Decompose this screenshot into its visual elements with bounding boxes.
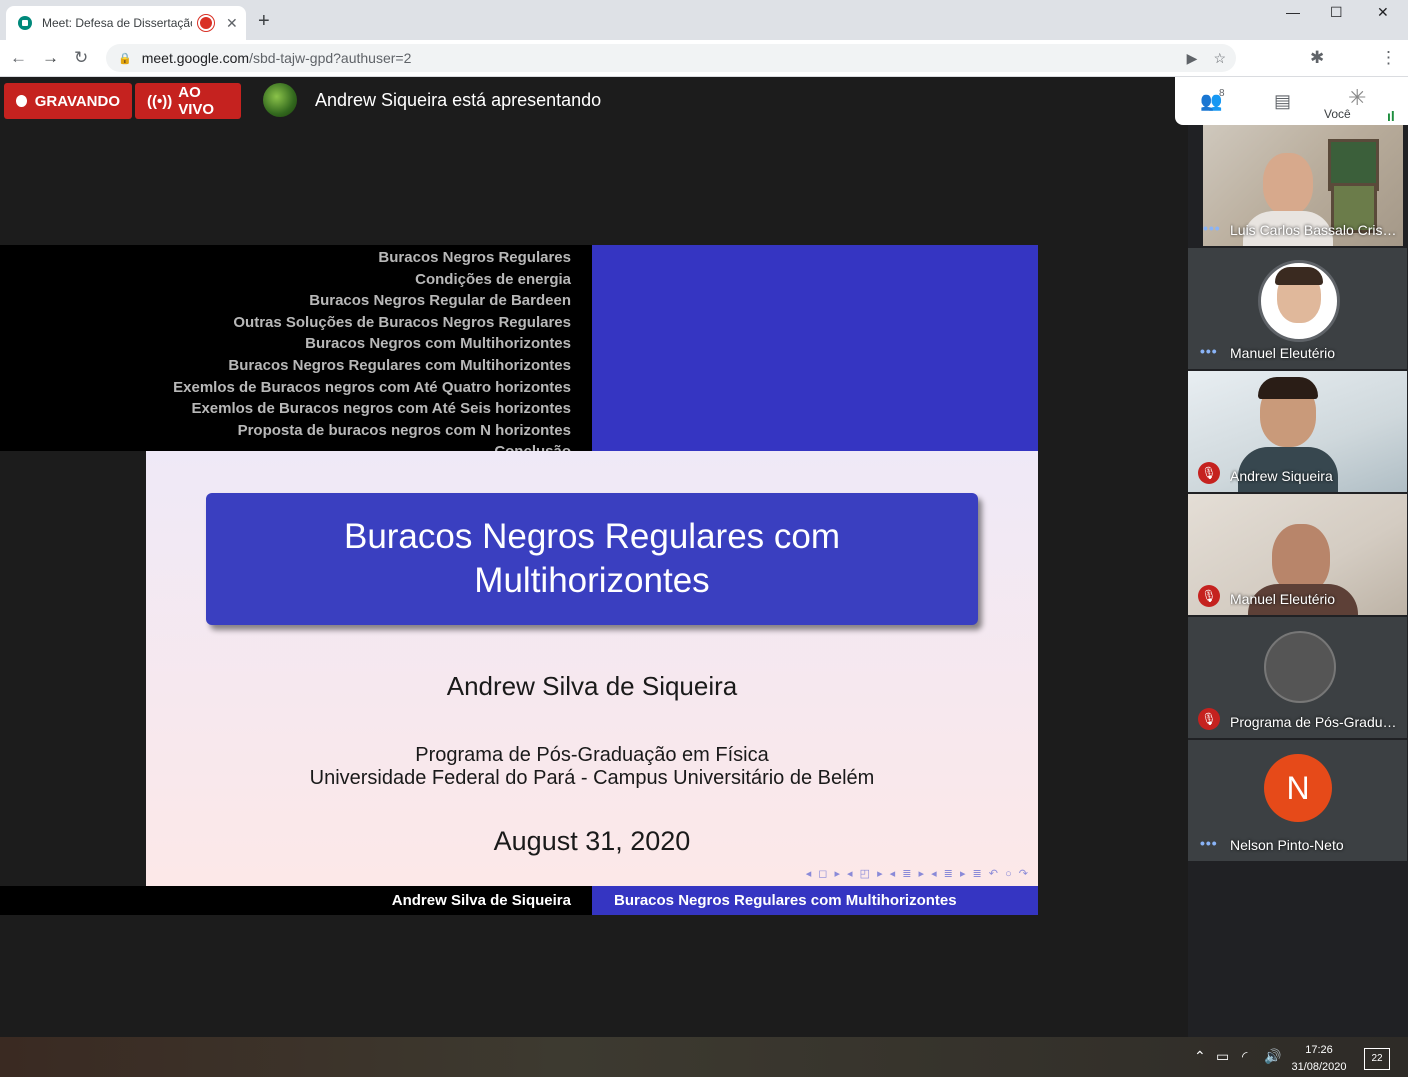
url-host: meet.google.com: [141, 50, 250, 66]
tray-chevron-icon[interactable]: ⌃: [1194, 1048, 1206, 1065]
bookmark-star-icon[interactable]: ☆: [1213, 50, 1226, 67]
presenter-avatar: [263, 83, 297, 117]
mic-off-icon: 🎙: [1198, 708, 1220, 730]
participant-tile[interactable]: ••• Luis Carlos Bassalo Crispino: [1203, 125, 1403, 246]
footer-title-text: Buracos Negros Regulares com Multihorizo…: [614, 892, 957, 909]
participant-avatar: [1258, 260, 1340, 342]
camera-icon[interactable]: ▶: [1187, 50, 1198, 67]
participant-name: Luis Carlos Bassalo Crispino: [1230, 222, 1402, 238]
reload-icon[interactable]: ↻: [74, 48, 88, 68]
slide-university: Universidade Federal do Pará - Campus Un…: [309, 767, 875, 789]
url-path: /sbd-tajw-gpd?authuser=2: [249, 50, 412, 66]
live-label: AO VIVO: [178, 84, 215, 118]
participant-name: Manuel Eleutério: [1230, 591, 1336, 607]
toc-item: Exemlos de Buracos negros com Até Seis h…: [191, 400, 571, 418]
toc-item: Conclusão: [173, 441, 571, 451]
battery-icon[interactable]: ▭: [1216, 1048, 1229, 1065]
volume-icon[interactable]: 🔊: [1264, 1048, 1281, 1065]
slide-program: Programa de Pós-Graduação em Física: [415, 744, 769, 766]
participant-tile[interactable]: 🎙 Programa de Pós-Graduação em Física: [1188, 617, 1407, 738]
recording-indicator-icon: [198, 15, 214, 31]
table-of-contents: Buracos Negros Regulares Condições de ene…: [173, 247, 571, 451]
wifi-icon[interactable]: ◜: [1242, 1048, 1247, 1065]
slide-date: August 31, 2020: [493, 826, 691, 856]
mic-off-icon: 🎙: [1198, 462, 1220, 484]
kebab-menu-icon[interactable]: ⋮: [1380, 48, 1397, 68]
beamer-nav-icons: ◂ ◻ ▸ ◂ ◰ ▸ ◂ ≣ ▸ ◂ ≣ ▸ ≣ ↶ ○ ↷: [805, 868, 1030, 880]
slide-body: Buracos Negros Regulares com Multihorizo…: [146, 451, 1038, 886]
presentation-slide: Buracos Negros Regulares Condições de ene…: [0, 245, 1038, 915]
toc-item: Outras Soluções de Buracos Negros Regula…: [233, 313, 571, 331]
participant-name: Andrew Siqueira: [1230, 468, 1333, 484]
back-arrow-icon[interactable]: ←: [10, 48, 27, 68]
audio-level-icon: ıl: [1387, 108, 1395, 124]
forward-arrow-icon[interactable]: →: [42, 48, 59, 68]
toc-item: Buracos Negros com Multihorizontes: [305, 335, 571, 353]
broadcast-icon: ((•)): [147, 92, 173, 110]
tab-title: Meet: Defesa de Dissertação: [42, 16, 192, 30]
toc-item: Buracos Negros Regulares com Multihorizo…: [228, 356, 571, 374]
more-options-icon[interactable]: •••: [1200, 835, 1218, 851]
chat-icon[interactable]: ▤: [1274, 91, 1291, 112]
clock-time: 17:26: [1305, 1044, 1333, 1056]
lock-icon: 🔒: [118, 52, 132, 65]
participant-name: Manuel Eleutério: [1230, 345, 1336, 361]
slide-toc-panel: Buracos Negros Regulares Condições de ene…: [0, 245, 592, 451]
participant-tile[interactable]: 🎙 Manuel Eleutério: [1188, 494, 1407, 615]
tab-strip: Meet: Defesa de Dissertação ✕ + — ☐ ✕: [0, 0, 1408, 40]
toc-item: Exemlos de Buracos negros com Até Quatro…: [173, 378, 571, 396]
notification-center-icon[interactable]: 22: [1364, 1048, 1390, 1070]
live-badge[interactable]: ((•)) AO VIVO: [135, 83, 241, 119]
address-bar[interactable]: 🔒 meet.google.com/sbd-tajw-gpd?authuser=…: [106, 44, 1236, 72]
meet-favicon-icon: [18, 16, 32, 30]
presenter-text: Andrew Siqueira está apresentando: [315, 90, 602, 110]
record-dot-icon: [16, 95, 27, 107]
participant-name: Programa de Pós-Graduação em Física: [1230, 714, 1402, 730]
clock-date: 31/08/2020: [1291, 1061, 1347, 1073]
maximize-button[interactable]: ☐: [1330, 4, 1343, 21]
toc-item: Condições de energia: [415, 270, 571, 288]
toc-item: Buracos Negros Regular de Bardeen: [309, 292, 571, 310]
participant-tile[interactable]: 🎙 Andrew Siqueira: [1188, 371, 1407, 492]
participant-tile[interactable]: ••• Manuel Eleutério: [1188, 248, 1407, 369]
browser-toolbar: ← → ↻ 🔒 meet.google.com/sbd-tajw-gpd?aut…: [0, 40, 1408, 107]
toc-item: Proposta de buracos negros com N horizon…: [237, 421, 571, 439]
participant-initial-avatar: N: [1264, 754, 1332, 822]
recording-label: GRAVANDO: [34, 92, 120, 110]
tab-close-button[interactable]: ✕: [226, 15, 238, 32]
slide-title-box: Buracos Negros Regulares com Multihorizo…: [206, 493, 978, 625]
slide-footer-title: Buracos Negros Regulares com Multihorizo…: [592, 886, 1038, 915]
slide-footer-author: Andrew Silva de Siqueira: [0, 886, 592, 915]
more-options-icon[interactable]: •••: [1203, 220, 1221, 236]
you-label: Você: [1324, 107, 1351, 121]
participant-face: [1263, 153, 1313, 215]
minimize-button[interactable]: —: [1286, 4, 1300, 20]
participant-tile[interactable]: N ••• Nelson Pinto-Neto: [1188, 740, 1407, 861]
slide-header-blue: [592, 245, 1038, 451]
mic-off-icon: 🎙: [1198, 585, 1220, 607]
slide-author: Andrew Silva de Siqueira: [446, 671, 738, 701]
recording-badge[interactable]: GRAVANDO: [4, 83, 132, 119]
participant-name: Nelson Pinto-Neto: [1230, 837, 1344, 853]
toc-item: Buracos Negros Regulares: [378, 249, 571, 266]
participant-avatar: [1264, 631, 1336, 703]
slide-title-line2: Multihorizontes: [474, 561, 710, 600]
more-options-icon[interactable]: •••: [1200, 343, 1218, 359]
participant-count: 8: [1219, 88, 1225, 99]
browser-tab[interactable]: Meet: Defesa de Dissertação ✕: [6, 6, 246, 40]
slide-title-line1: Buracos Negros Regulares com: [343, 517, 841, 556]
close-window-button[interactable]: ✕: [1377, 4, 1389, 21]
system-clock[interactable]: 17:26 31/08/2020: [1289, 1042, 1349, 1076]
slide-institution: Programa de Pós-Graduação em Física Univ…: [146, 744, 1038, 790]
new-tab-button[interactable]: +: [258, 10, 270, 33]
footer-author-text: Andrew Silva de Siqueira: [391, 892, 571, 909]
puzzle-extensions-icon[interactable]: ✱: [1310, 48, 1324, 68]
